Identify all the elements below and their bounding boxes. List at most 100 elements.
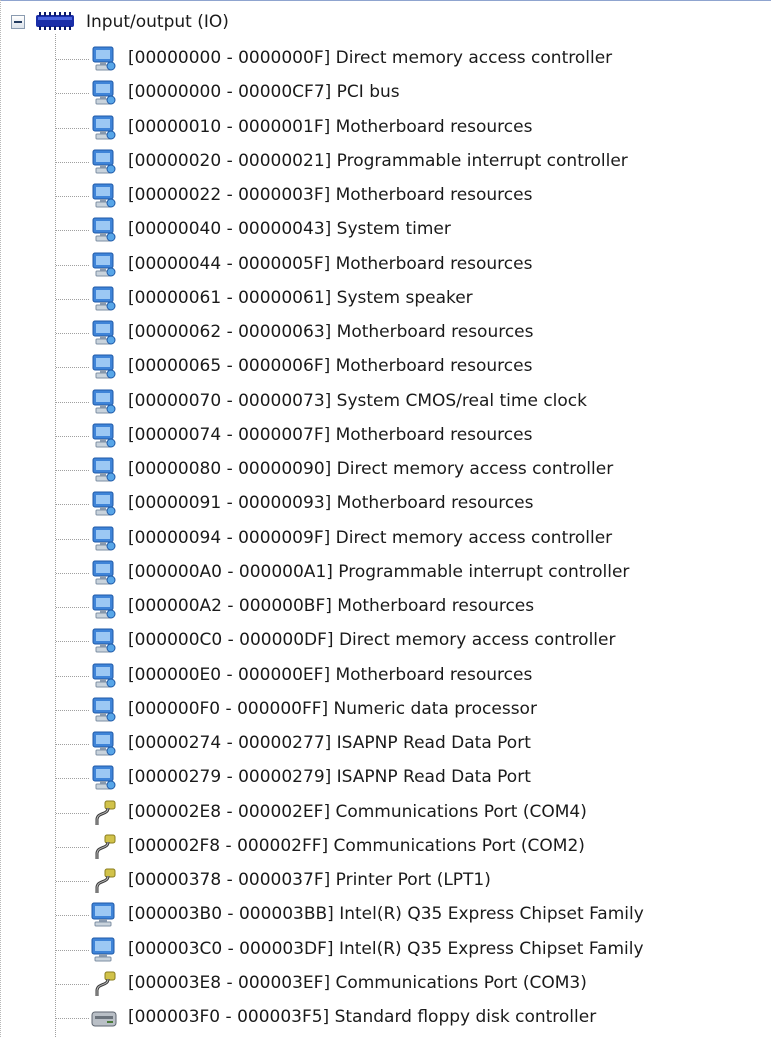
tree-node-label: [000000C0 - 000000DF] Direct memory acce…	[128, 630, 616, 651]
tree-node-io-range[interactable]: [000002E8 - 000002EF] Communications Por…	[0, 795, 771, 829]
tree-branch-line	[56, 401, 90, 403]
tree-branch-line	[56, 435, 90, 437]
system-device-icon	[90, 662, 118, 690]
tree-node-io-range[interactable]: [00000010 - 0000001F] Motherboard resour…	[0, 110, 771, 144]
tree-node-label: [000003E8 - 000003EF] Communications Por…	[128, 972, 587, 993]
tree-node-label: [000000A2 - 000000BF] Motherboard resour…	[128, 596, 535, 616]
tree-node-io-range[interactable]: [00000061 - 00000061] System speaker	[0, 281, 771, 315]
tree-node-label: [000000F0 - 000000FF] Numeric data proce…	[128, 698, 537, 719]
tree-branch-line	[56, 298, 90, 300]
tree-node-label: [00000020 - 00000021] Programmable inter…	[128, 150, 628, 171]
tree-node-io-range[interactable]: [00000000 - 00000CF7] PCI bus	[0, 75, 771, 109]
system-device-icon	[90, 45, 118, 73]
tree-node-io-range[interactable]: [00000070 - 00000073] System CMOS/real t…	[0, 384, 771, 418]
system-device-icon	[90, 388, 118, 416]
tree-node-label: [00000065 - 0000006F] Motherboard resour…	[128, 356, 533, 377]
tree-node-io[interactable]: Input/output (IO)	[0, 7, 400, 35]
system-device-icon	[90, 285, 118, 313]
tree-node-io-range[interactable]: [00000080 - 00000090] Direct memory acce…	[0, 452, 771, 486]
tree-branch-line	[56, 881, 90, 882]
tree-node-label: [00000091 - 00000093] Motherboard resour…	[128, 493, 534, 514]
tree-branch-line	[56, 367, 90, 369]
system-device-icon	[90, 216, 118, 244]
tree-node-label: [00000022 - 0000003F] Motherboard resour…	[128, 185, 533, 205]
system-device-icon	[90, 730, 118, 758]
tree-node-io-range[interactable]: [000002F8 - 000002FF] Communications Por…	[0, 829, 771, 863]
tree-branch-line	[56, 915, 90, 917]
tree-node-io-range[interactable]: [00000000 - 0000000F] Direct memory acce…	[0, 41, 771, 75]
tree-node-label: [000002F8 - 000002FF] Communications Por…	[128, 835, 585, 856]
tree-node-io-range[interactable]: [00000020 - 00000021] Programmable inter…	[0, 144, 771, 178]
tree-node-io-range[interactable]: [000003C0 - 000003DF] Intel(R) Q35 Expre…	[0, 932, 771, 966]
tree-node-label: [00000279 - 00000279] ISAPNP Read Data P…	[128, 767, 531, 788]
tree-node-io-range[interactable]: [000003E8 - 000003EF] Communications Por…	[0, 966, 771, 1000]
tree-node-label: [00000061 - 00000061] System speaker	[128, 287, 473, 308]
tree-node-label: [000003F0 - 000003F5] Standard floppy di…	[128, 1007, 597, 1027]
tree-node-label: [000000A0 - 000000A1] Programmable inter…	[128, 561, 630, 582]
tree-branch-line	[56, 264, 90, 266]
tree-branch-line	[56, 538, 90, 540]
system-device-icon	[90, 422, 118, 450]
tree-node-io-range[interactable]: [00000044 - 0000005F] Motherboard resour…	[0, 247, 771, 281]
tree-node-io-range[interactable]: [000003F0 - 000003F5] Standard floppy di…	[0, 1000, 771, 1034]
tree-branch-line	[56, 572, 90, 574]
tree-branch-line	[56, 675, 90, 677]
io-bus-icon	[36, 12, 74, 30]
display-adapter-icon	[90, 901, 118, 929]
tree-node-io-range[interactable]: [000000A0 - 000000A1] Programmable inter…	[0, 555, 771, 589]
tree-node-label: [00000274 - 00000277] ISAPNP Read Data P…	[128, 733, 531, 753]
tree-node-io-range[interactable]: [00000091 - 00000093] Motherboard resour…	[0, 486, 771, 520]
tree-node-io-range[interactable]: [00000279 - 00000279] ISAPNP Read Data P…	[0, 760, 771, 794]
tree-branch-line	[56, 983, 90, 985]
floppy-controller-icon	[90, 1004, 118, 1032]
tree-node-io-range[interactable]: [00000274 - 00000277] ISAPNP Read Data P…	[0, 726, 771, 760]
tree-node-io-range[interactable]: [00000094 - 0000009F] Direct memory acce…	[0, 521, 771, 555]
tree-branch-line	[56, 196, 90, 197]
system-device-icon	[90, 182, 118, 210]
tree-node-io-range[interactable]: [00000022 - 0000003F] Motherboard resour…	[0, 178, 771, 212]
system-device-icon	[90, 525, 118, 553]
tree-node-io-label: Input/output (IO)	[86, 12, 229, 32]
tree-node-io-range[interactable]: [000000C0 - 000000DF] Direct memory acce…	[0, 623, 771, 657]
tree-branch-line	[56, 949, 90, 951]
tree-node-label: [00000010 - 0000001F] Motherboard resour…	[128, 116, 533, 137]
display-adapter-icon	[90, 936, 118, 964]
tree-node-io-range[interactable]: [00000062 - 00000063] Motherboard resour…	[0, 315, 771, 349]
tree-node-label: [00000040 - 00000043] System timer	[128, 219, 451, 240]
tree-node-io-range[interactable]: [00000378 - 0000037F] Printer Port (LPT1…	[0, 863, 771, 897]
system-device-icon	[90, 627, 118, 655]
tree-branch-line	[56, 470, 90, 471]
tree-node-label: [00000080 - 00000090] Direct memory acce…	[128, 459, 614, 479]
serial-port-icon	[90, 833, 118, 861]
tree-branch-line	[56, 333, 90, 334]
system-device-icon	[90, 456, 118, 484]
system-device-icon	[90, 114, 118, 142]
tree-node-io-range[interactable]: [00000065 - 0000006F] Motherboard resour…	[0, 349, 771, 383]
tree-branch-line	[56, 778, 90, 780]
tree-node-label: [00000044 - 0000005F] Motherboard resour…	[128, 253, 533, 274]
tree-node-label: [00000070 - 00000073] System CMOS/real t…	[128, 390, 587, 411]
tree-node-io-range[interactable]: [000003B0 - 000003BB] Intel(R) Q35 Expre…	[0, 897, 771, 931]
collapse-icon[interactable]	[11, 15, 25, 29]
tree-node-io-range[interactable]: [00000040 - 00000043] System timer	[0, 212, 771, 246]
tree-node-io-range[interactable]: [000000E0 - 000000EF] Motherboard resour…	[0, 658, 771, 692]
system-device-icon	[90, 559, 118, 587]
system-device-icon	[90, 696, 118, 724]
tree-node-label: [000003B0 - 000003BB] Intel(R) Q35 Expre…	[128, 904, 644, 925]
tree-branch-line	[56, 641, 90, 643]
tree-node-label: [00000000 - 0000000F] Direct memory acce…	[128, 48, 613, 68]
tree-branch-line	[56, 59, 90, 60]
tree-node-io-range[interactable]: [000000A2 - 000000BF] Motherboard resour…	[0, 589, 771, 623]
system-device-icon	[90, 593, 118, 621]
tree-branch-line	[56, 846, 90, 848]
serial-port-icon	[90, 970, 118, 998]
system-device-icon	[90, 148, 118, 176]
tree-branch-line	[56, 161, 90, 163]
tree-branch-line	[56, 607, 90, 608]
tree-node-io-range[interactable]: [000000F0 - 000000FF] Numeric data proce…	[0, 692, 771, 726]
serial-port-icon	[90, 867, 118, 895]
system-device-icon	[90, 490, 118, 518]
tree-node-label: [00000378 - 0000037F] Printer Port (LPT1…	[128, 870, 491, 890]
tree-branch-line	[56, 709, 90, 711]
tree-node-io-range[interactable]: [00000074 - 0000007F] Motherboard resour…	[0, 418, 771, 452]
